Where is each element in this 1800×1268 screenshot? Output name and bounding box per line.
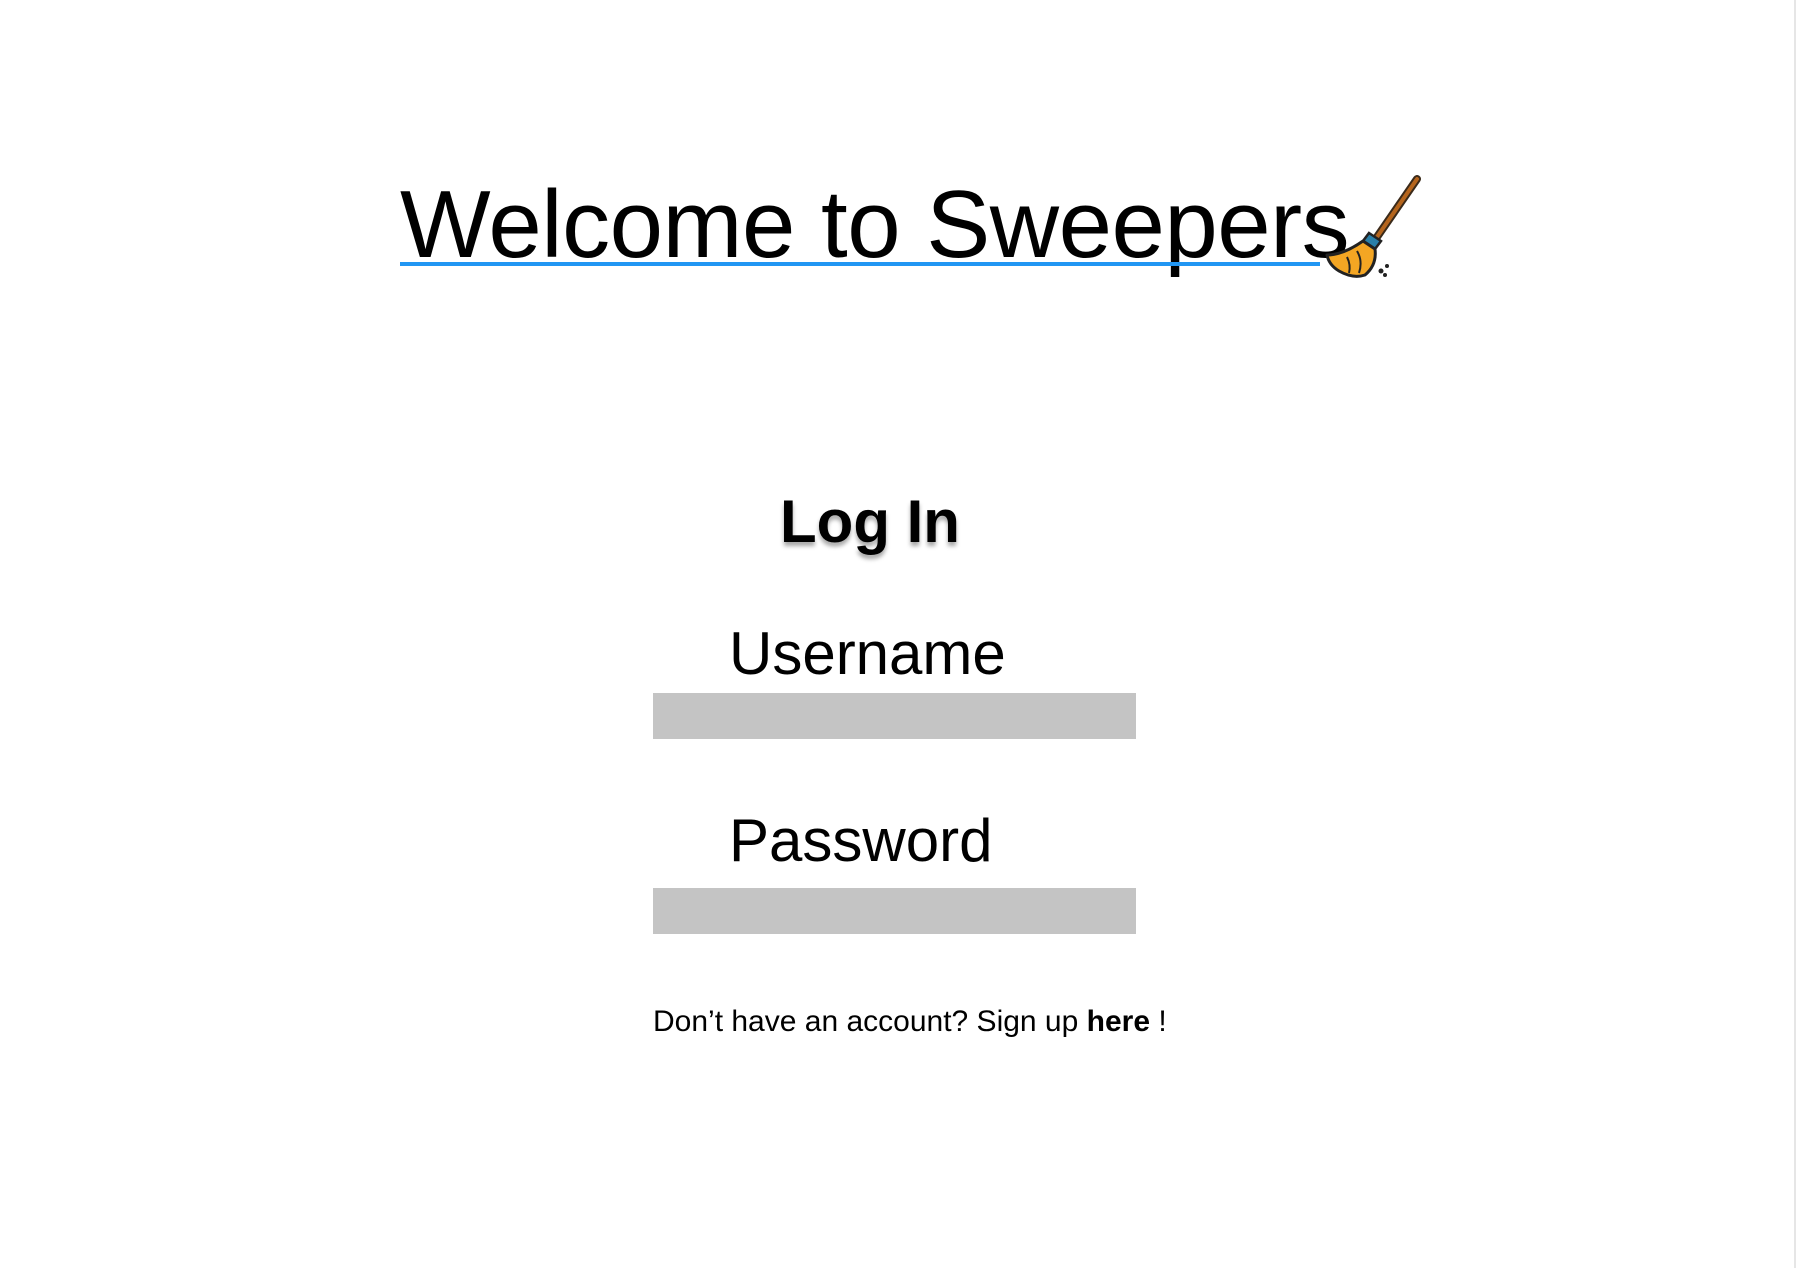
signup-link[interactable]: here	[1087, 1005, 1150, 1038]
signup-prompt: Don’t have an account? Sign up here !	[653, 1002, 1167, 1042]
broom-icon	[1325, 175, 1421, 278]
signup-prompt-text: Don’t have an account? Sign up	[653, 1005, 1079, 1038]
password-input[interactable]	[653, 888, 1136, 934]
signup-suffix: !	[1158, 1005, 1167, 1038]
username-input[interactable]	[653, 693, 1136, 739]
login-heading: Log In	[780, 488, 960, 555]
password-label: Password	[729, 807, 993, 874]
title-underline	[400, 262, 1320, 266]
welcome-header: Welcome to Sweepers	[400, 170, 1421, 300]
page-edge-divider	[1794, 0, 1796, 1268]
username-label: Username	[729, 620, 1006, 687]
